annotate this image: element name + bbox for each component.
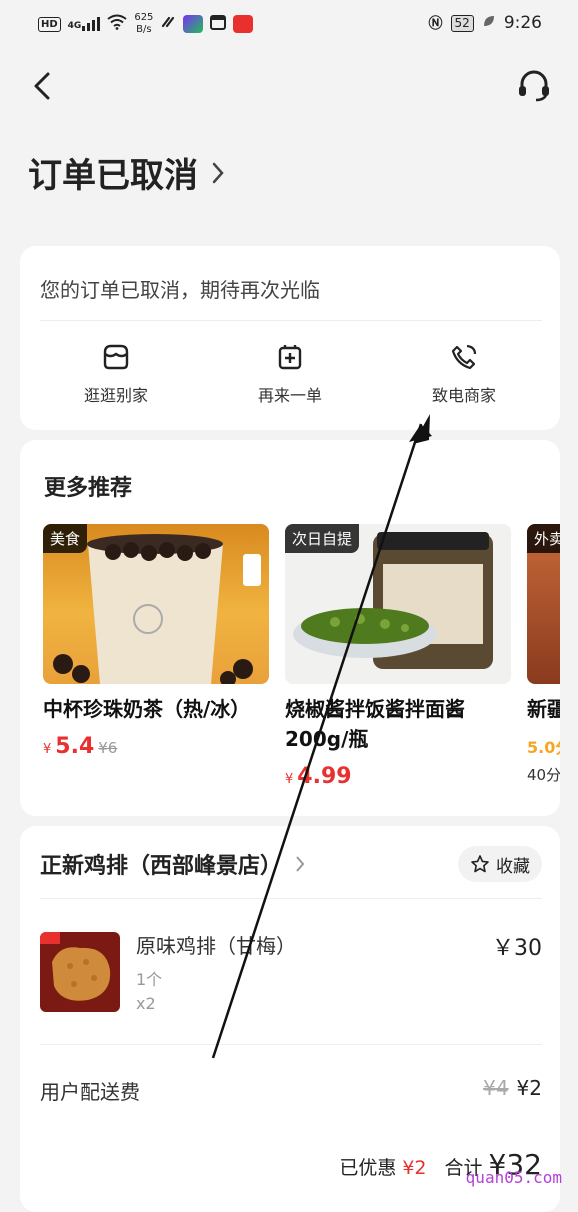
- delivery-fee: ¥4 ¥2: [483, 1076, 542, 1100]
- phone-icon: [451, 344, 477, 370]
- leaf-icon: [482, 14, 496, 32]
- wifi-icon: [107, 14, 127, 34]
- item-name: 新疆: [527, 697, 560, 721]
- item-multiplier: x2: [136, 994, 156, 1013]
- divider: [40, 320, 542, 321]
- recommend-item[interactable]: 外卖 新疆 5.0分 40分: [527, 524, 560, 785]
- delivery-fee-label: 用户配送费: [40, 1080, 140, 1104]
- divider: [40, 1044, 542, 1045]
- nfc-icon: Ⓝ: [428, 16, 443, 32]
- signal-icon: 4G: [68, 17, 101, 31]
- action-label: 致电商家: [431, 386, 496, 405]
- item-name: 烧椒酱拌饭酱拌面酱200g/瓶: [285, 697, 465, 751]
- browse-other-stores-button[interactable]: 逛逛别家: [46, 342, 186, 406]
- watermark: quan05.com: [465, 1168, 562, 1187]
- item-quantity: 1个: [136, 970, 163, 989]
- takeout-food-image: 外卖: [527, 524, 560, 684]
- section-title: 更多推荐: [44, 476, 133, 501]
- chevron-right-icon: [212, 162, 224, 183]
- recommend-item[interactable]: 次日自提 烧椒酱拌饭酱拌面酱200g/瓶 ¥ 4.99: [285, 524, 511, 789]
- page-title[interactable]: 订单已取消: [28, 148, 226, 197]
- link-icon: [160, 14, 176, 34]
- battery-indicator: 52: [450, 14, 474, 32]
- action-label: 再来一单: [257, 386, 322, 405]
- item-tag: 外卖: [527, 524, 560, 553]
- shop-name: 正新鸡排（西部峰景店）: [40, 854, 283, 879]
- app-notification-icon: [183, 15, 204, 33]
- hd-badge: HD: [38, 16, 61, 32]
- huawei-app-icon: [233, 15, 254, 33]
- milk-tea-image: 美食: [43, 524, 269, 684]
- item-tag: 次日自提: [285, 524, 360, 553]
- order-detail-card: 正新鸡排（西部峰景店） 收藏 原味鸡排（甘梅） 1个 x2 ￥30 用户配送费 …: [20, 826, 560, 1212]
- calendar-icon: [210, 14, 227, 34]
- item-price: ￥30: [492, 936, 542, 961]
- item-tag: 美食: [43, 524, 88, 553]
- order-status-card: 您的订单已取消，期待再次光临 逛逛别家 再来一单 致电商家: [20, 246, 560, 430]
- network-speed: 625 B/s: [134, 12, 154, 35]
- recommendations-card: 更多推荐 美食 中杯珍珠奶茶（热/冰） ¥ 5.4 ¥6 次日自提 烧椒酱拌饭酱…: [20, 440, 560, 816]
- shop-link[interactable]: 正新鸡排（西部峰景店）: [40, 848, 306, 880]
- chevron-left-icon: [34, 72, 50, 100]
- reorder-plus-icon: [278, 345, 302, 370]
- favorite-button[interactable]: 收藏: [458, 846, 542, 882]
- divider: [40, 898, 542, 899]
- chevron-right-icon: [296, 856, 305, 872]
- star-icon: [471, 855, 489, 873]
- discount-label: 已优惠: [339, 1157, 397, 1179]
- cancel-message: 您的订单已取消，期待再次光临: [40, 278, 320, 302]
- item-extra: 40分: [527, 766, 560, 784]
- action-label: 逛逛别家: [83, 386, 148, 405]
- item-rating: 5.0分: [527, 738, 560, 757]
- back-button[interactable]: [28, 70, 58, 102]
- item-name: 中杯珍珠奶茶（热/冰）: [43, 697, 251, 721]
- reorder-button[interactable]: 再来一单: [220, 342, 360, 406]
- order-status-title: 订单已取消: [28, 156, 198, 196]
- chicken-cutlet-image: [40, 932, 120, 1012]
- item-price: ¥ 4.99: [285, 764, 352, 789]
- item-price: ¥ 5.4 ¥6: [43, 734, 118, 759]
- item-name: 原味鸡排（甘梅）: [136, 934, 296, 958]
- store-icon: [103, 344, 129, 370]
- customer-service-button[interactable]: [516, 68, 552, 104]
- clock: 9:26: [503, 13, 542, 33]
- call-merchant-button[interactable]: 致电商家: [394, 342, 534, 406]
- status-bar: HD 4G 625 B/s Ⓝ 52 9:26: [0, 0, 578, 50]
- discount-amount: ¥2: [402, 1157, 427, 1179]
- chili-sauce-image: 次日自提: [285, 524, 511, 684]
- headset-icon: [519, 70, 549, 102]
- recommend-item[interactable]: 美食 中杯珍珠奶茶（热/冰） ¥ 5.4 ¥6: [43, 524, 269, 759]
- favorite-label: 收藏: [496, 856, 530, 877]
